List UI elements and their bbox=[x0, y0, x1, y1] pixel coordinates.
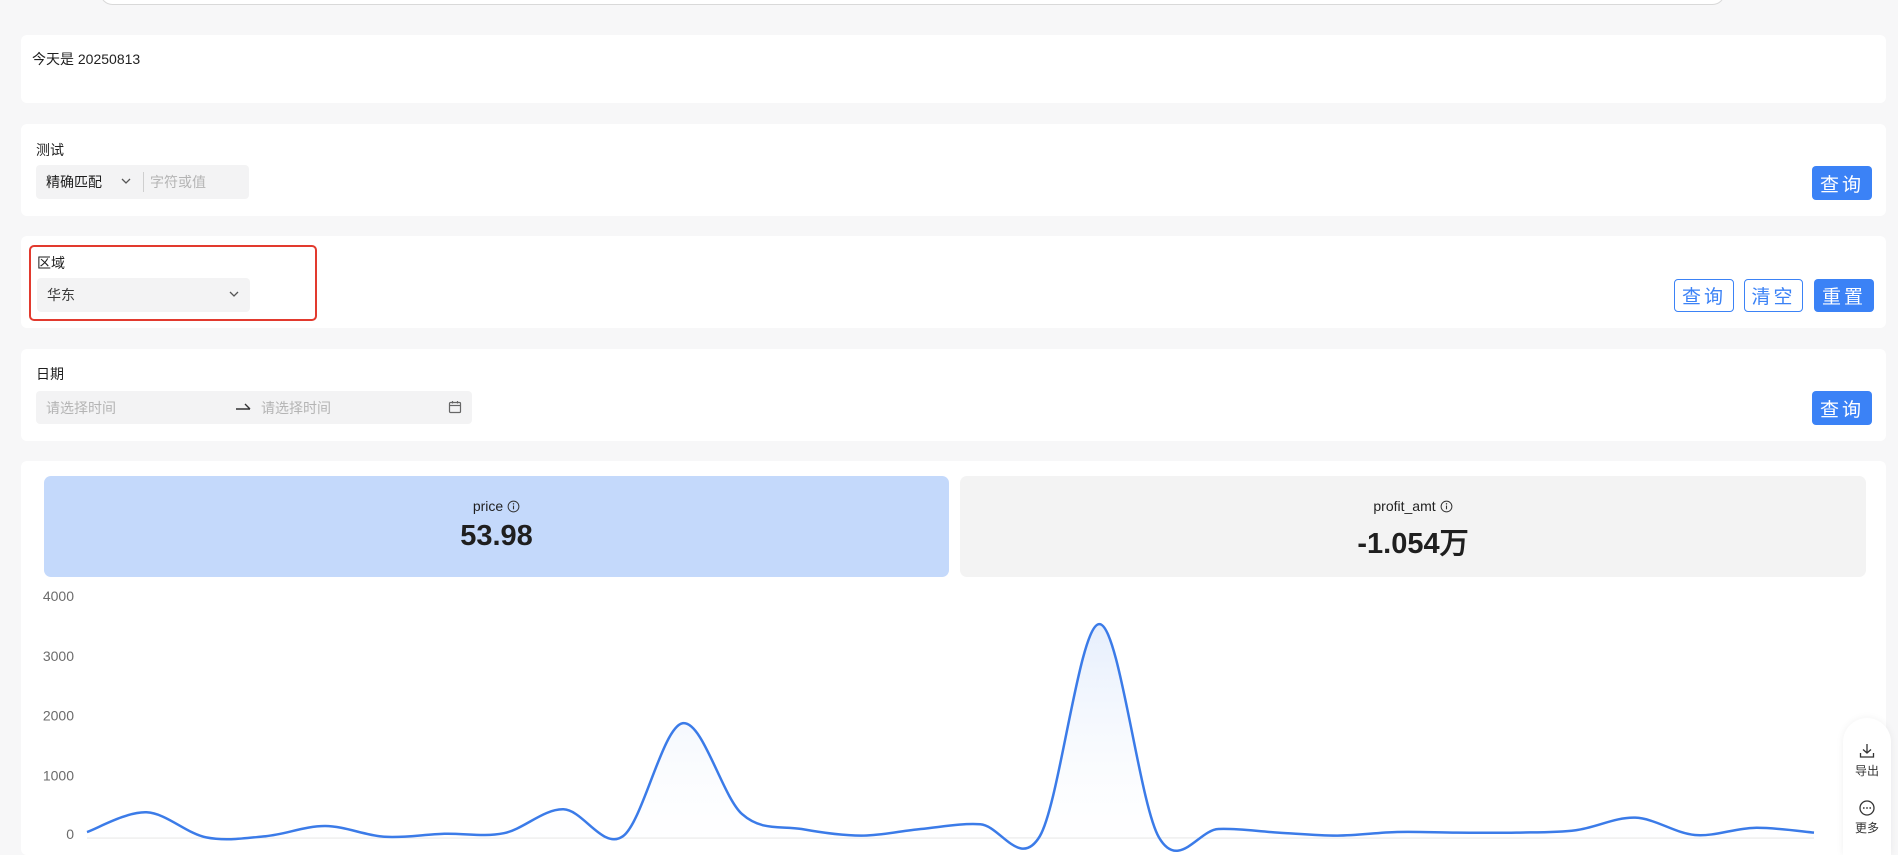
match-value-input[interactable]: 字符或值 bbox=[144, 172, 206, 192]
more-label: 更多 bbox=[1854, 821, 1879, 835]
series-line[interactable] bbox=[86, 622, 1815, 853]
chevron-down-icon bbox=[120, 174, 132, 190]
test-filter-box: 精确匹配 字符或值 bbox=[36, 165, 249, 199]
test-filter-card: 测试 精确匹配 字符或值 查询 bbox=[21, 124, 1886, 216]
region-select[interactable]: 华东 bbox=[37, 278, 250, 312]
region-selected-value: 华东 bbox=[47, 287, 75, 303]
date-filter-label: 日期 bbox=[36, 366, 64, 382]
test-query-button[interactable]: 查询 bbox=[1812, 166, 1872, 200]
match-mode-value: 精确匹配 bbox=[46, 174, 102, 190]
date-query-button[interactable]: 查询 bbox=[1812, 391, 1872, 425]
download-icon bbox=[1859, 744, 1875, 758]
y-tick-label: 0 bbox=[66, 826, 74, 842]
export-button[interactable]: 导出 bbox=[1843, 742, 1891, 779]
y-tick-label: 2000 bbox=[43, 708, 74, 724]
date-end-input[interactable]: 请选择时间 bbox=[261, 398, 331, 418]
top-search-bar-edge[interactable] bbox=[100, 0, 1725, 5]
test-filter-label: 测试 bbox=[36, 142, 64, 158]
arrow-right-icon bbox=[235, 397, 251, 418]
today-card: 今天是 20250813 bbox=[21, 35, 1886, 103]
chart-card: price 53.98 profit_amt -1.054万 4000 3000 2… bbox=[21, 461, 1886, 855]
region-filter-highlight: 区域 华东 bbox=[29, 245, 317, 321]
date-start-input[interactable]: 请选择时间 bbox=[46, 398, 116, 418]
date-filter-card: 日期 请选择时间 请选择时间 查询 bbox=[21, 349, 1886, 441]
y-tick-label: 1000 bbox=[43, 767, 74, 783]
line-chart[interactable]: 4000 3000 2000 1000 0 bbox=[21, 461, 1886, 855]
series-area bbox=[87, 624, 1814, 851]
region-query-button[interactable]: 查询 bbox=[1674, 279, 1734, 312]
region-reset-button[interactable]: 重置 bbox=[1814, 279, 1874, 312]
y-tick-label: 3000 bbox=[43, 648, 74, 664]
export-label: 导出 bbox=[1854, 764, 1879, 778]
y-tick-label: 4000 bbox=[43, 588, 74, 604]
today-text: 今天是 20250813 bbox=[32, 51, 141, 67]
region-filter-label: 区域 bbox=[37, 255, 65, 271]
floating-side-menu: 导出 更多 bbox=[1843, 718, 1891, 855]
match-mode-select[interactable]: 精确匹配 bbox=[36, 172, 143, 192]
region-clear-button[interactable]: 清空 bbox=[1744, 279, 1803, 312]
chevron-down-icon bbox=[228, 287, 240, 303]
date-range-picker[interactable]: 请选择时间 请选择时间 bbox=[36, 391, 472, 424]
more-button[interactable]: 更多 bbox=[1843, 799, 1891, 836]
more-icon bbox=[1859, 800, 1875, 816]
calendar-icon[interactable] bbox=[448, 400, 462, 417]
